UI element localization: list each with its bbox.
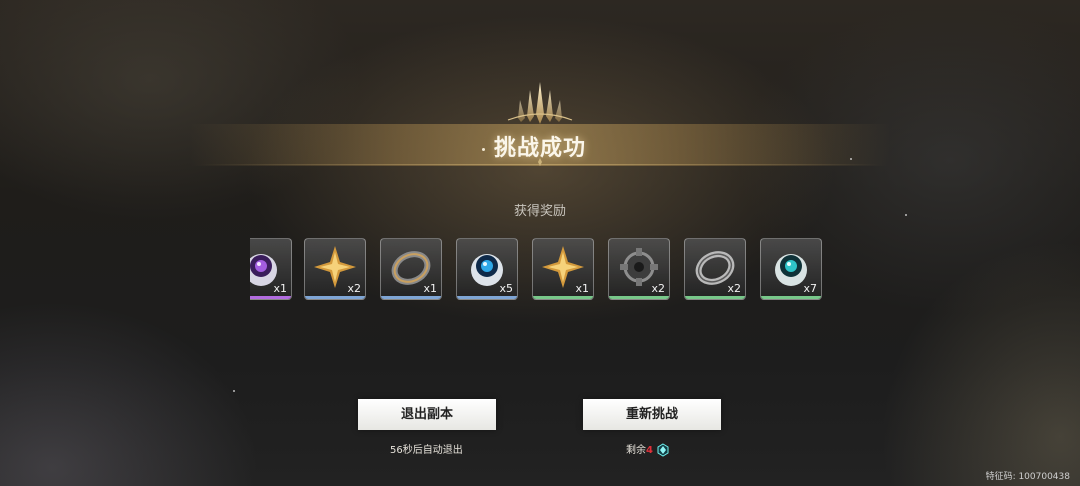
crest-emblem-icon	[507, 82, 573, 124]
reward-item[interactable]: x2	[608, 238, 670, 300]
reward-quantity: x7	[803, 282, 817, 295]
reward-item[interactable]: x2	[684, 238, 746, 300]
reward-quantity: x2	[727, 282, 741, 295]
reward-item[interactable]: x1	[380, 238, 442, 300]
reward-quantity: x2	[347, 282, 361, 295]
rarity-bar	[533, 296, 593, 299]
reward-item[interactable]: x5	[456, 238, 518, 300]
rarity-bar	[685, 296, 745, 299]
auto-exit-countdown: 56秒后自动退出	[390, 445, 463, 456]
rarity-bar	[761, 296, 821, 299]
divider-ornament-icon	[538, 158, 542, 166]
reward-item[interactable]: x7	[760, 238, 822, 300]
reward-item[interactable]: x1	[532, 238, 594, 300]
feature-code: 特征码: 100700438	[985, 472, 1070, 482]
rarity-bar	[457, 296, 517, 299]
retry-remaining-count: 4	[646, 445, 653, 456]
reward-quantity: x2	[651, 282, 665, 295]
rarity-bar	[609, 296, 669, 299]
sparkle	[233, 390, 235, 392]
reward-quantity: x1	[273, 282, 287, 295]
rarity-bar	[381, 296, 441, 299]
reward-item[interactable]: x2	[304, 238, 366, 300]
retry-remaining: 剩余4	[626, 441, 670, 457]
exit-instance-button[interactable]: 退出副本	[358, 399, 496, 430]
retry-challenge-button[interactable]: 重新挑战	[583, 399, 721, 430]
reward-list: x1 x2 x1 x5 x1 x2 x2 x7	[250, 238, 830, 302]
background-glow-right	[880, 240, 1080, 486]
rarity-bar	[305, 296, 365, 299]
reward-item[interactable]: x1	[250, 238, 292, 300]
cyan-crystal-icon	[657, 443, 669, 457]
title-sparkle	[482, 148, 485, 151]
retry-remaining-label: 剩余	[626, 445, 646, 456]
reward-quantity: x1	[423, 282, 437, 295]
rarity-bar	[250, 296, 291, 299]
rewards-label: 获得奖励	[513, 204, 566, 219]
background-glow-left	[0, 300, 260, 486]
sparkle	[850, 158, 852, 160]
sparkle	[905, 214, 907, 216]
reward-quantity: x1	[575, 282, 589, 295]
reward-quantity: x5	[499, 282, 513, 295]
